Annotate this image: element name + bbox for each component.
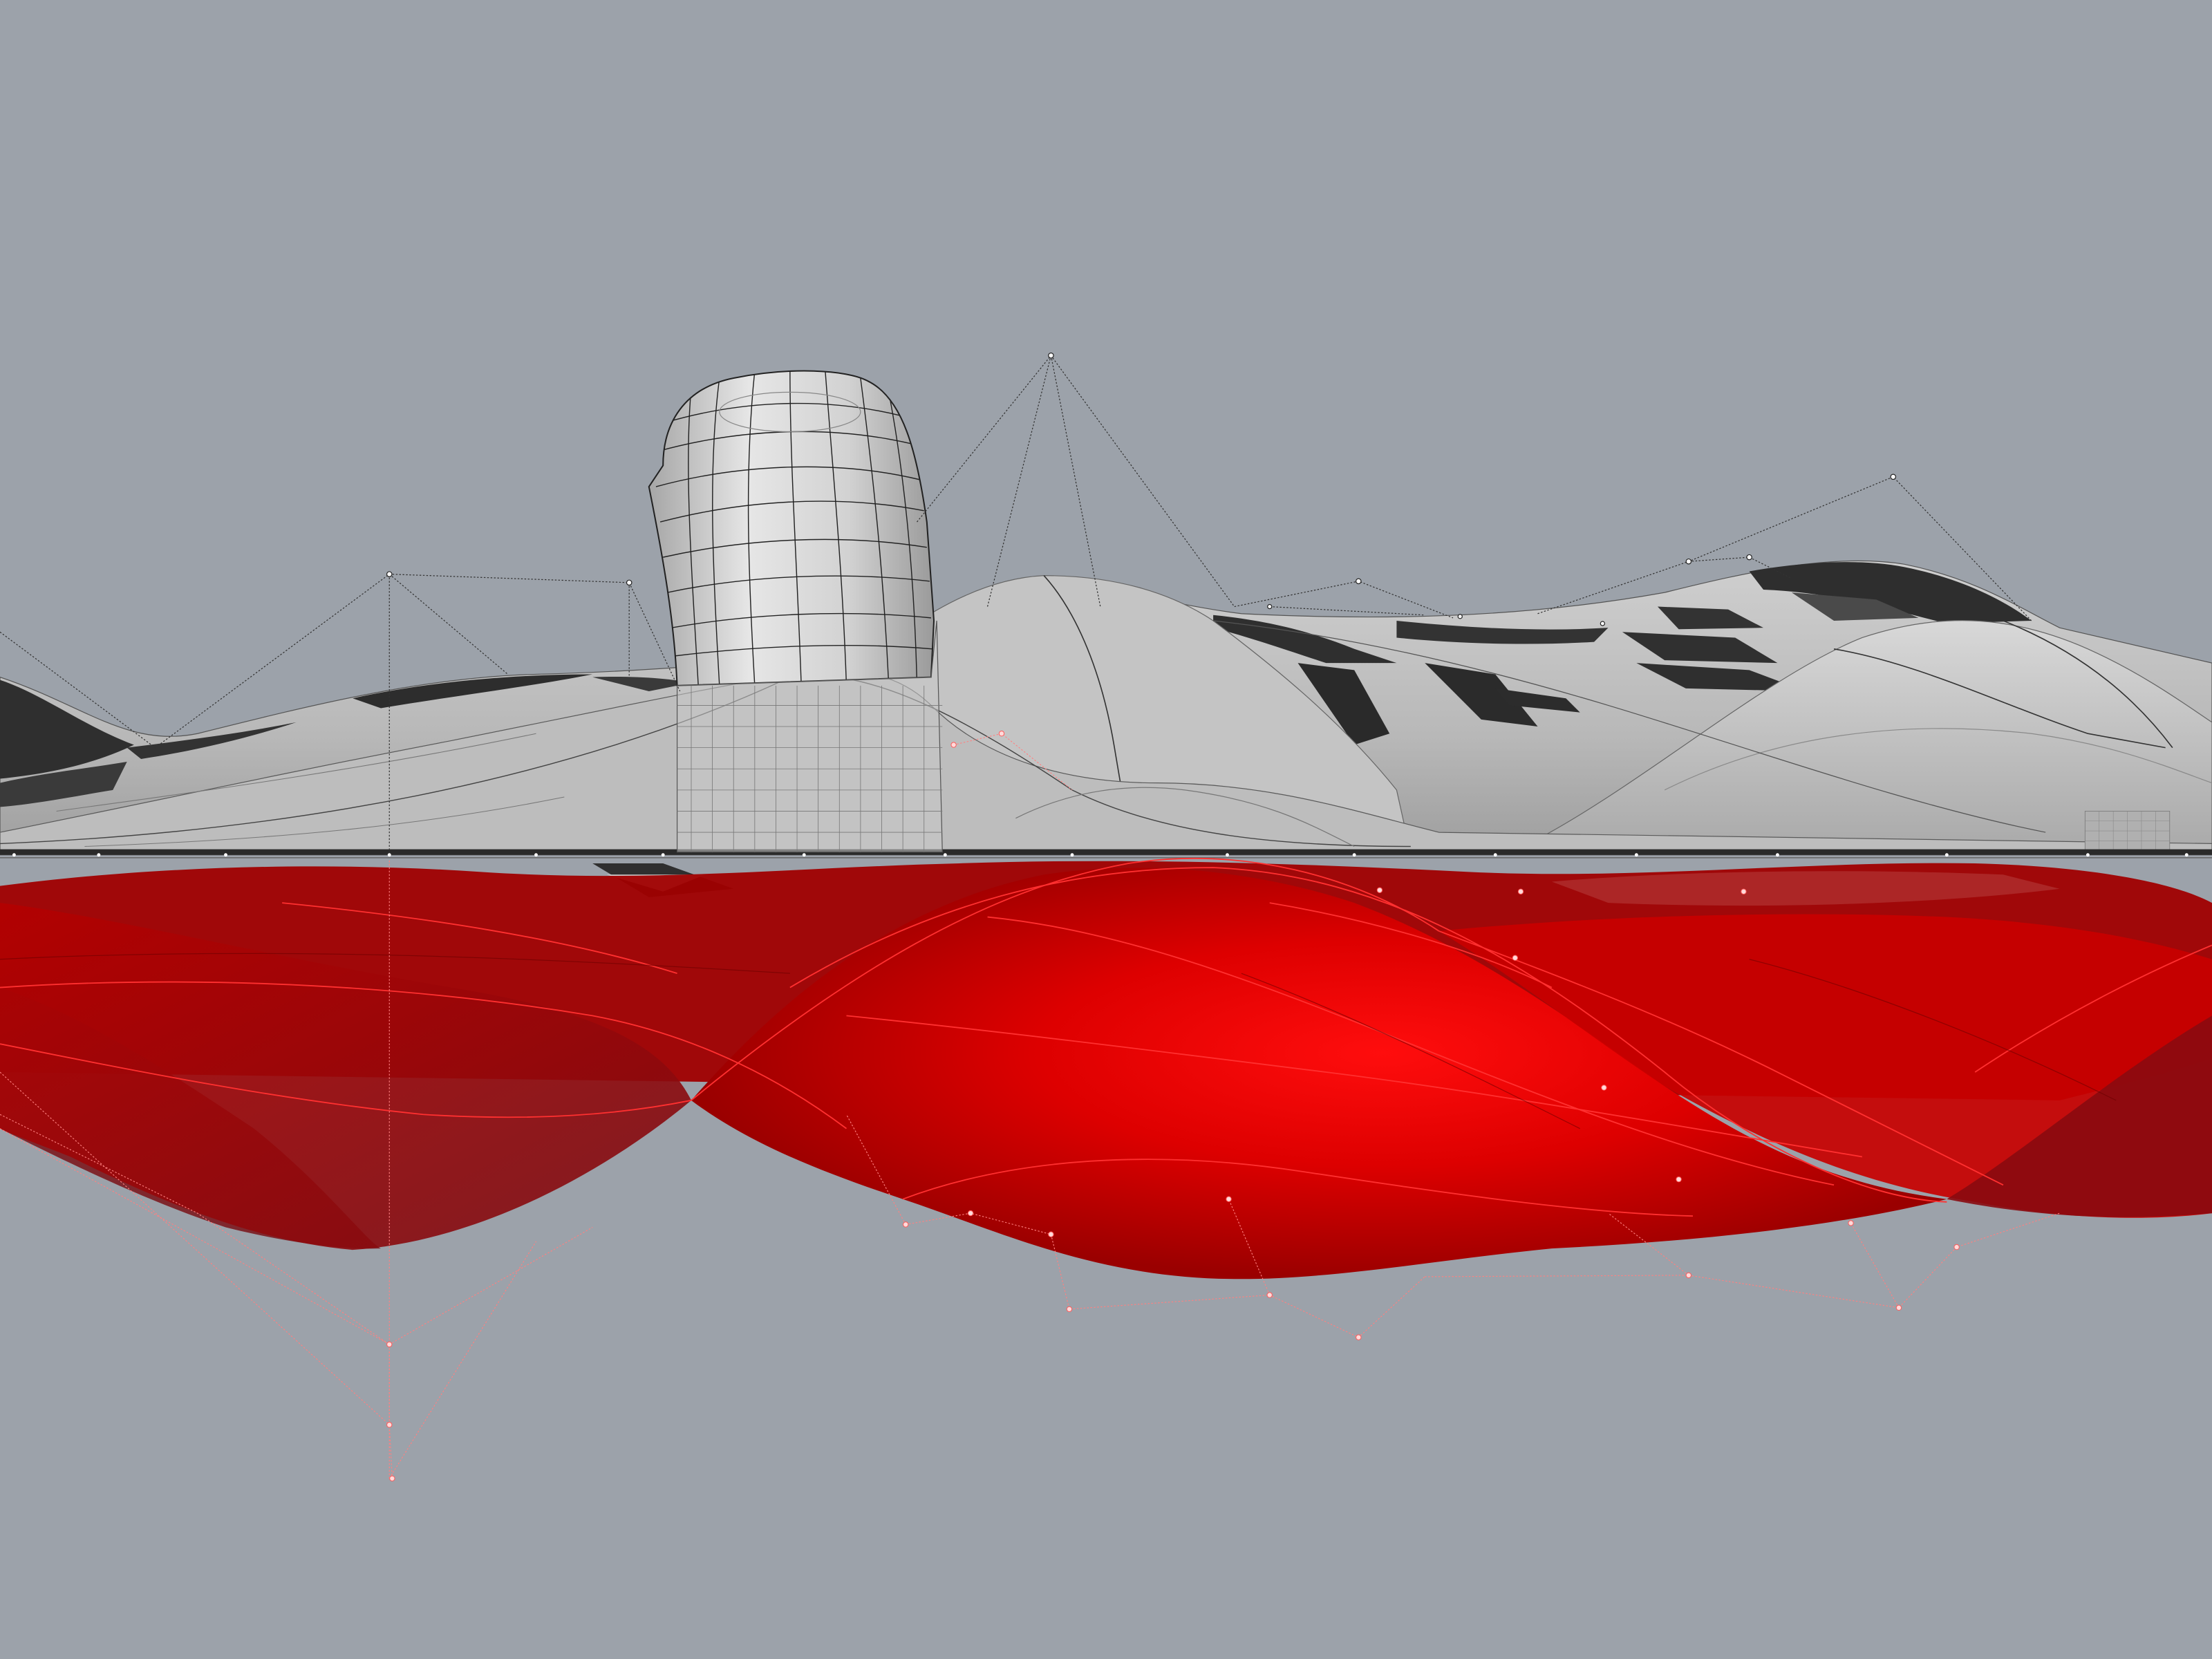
control-point[interactable] — [626, 579, 632, 586]
control-point[interactable] — [950, 742, 957, 748]
control-point[interactable] — [1600, 621, 1606, 626]
control-point[interactable] — [386, 1422, 393, 1428]
control-point[interactable] — [1746, 554, 1752, 561]
control-point[interactable] — [1953, 1244, 1960, 1250]
control-point[interactable] — [1226, 1196, 1232, 1202]
control-point[interactable] — [1267, 603, 1273, 610]
control-point[interactable] — [1376, 887, 1383, 893]
control-point[interactable] — [1048, 352, 1054, 359]
control-point[interactable] — [386, 571, 393, 577]
control-point[interactable] — [1895, 1304, 1902, 1311]
control-point[interactable] — [1685, 558, 1692, 565]
control-point[interactable] — [1676, 1176, 1682, 1183]
upper-control-points[interactable] — [386, 352, 1897, 626]
control-point[interactable] — [1066, 1306, 1073, 1313]
control-point[interactable] — [386, 1341, 393, 1348]
control-point[interactable] — [1601, 1085, 1607, 1091]
control-point[interactable] — [967, 1210, 974, 1217]
pipe-body — [648, 370, 935, 686]
control-point[interactable] — [1890, 474, 1897, 480]
control-point[interactable] — [1356, 578, 1362, 585]
control-point[interactable] — [1356, 1334, 1362, 1340]
viewport-canvas[interactable] — [0, 0, 2212, 1659]
control-point[interactable] — [1741, 888, 1747, 894]
surface-base-edge — [0, 849, 2212, 855]
control-point[interactable] — [1457, 614, 1463, 619]
upper-surface[interactable] — [0, 560, 2212, 897]
control-point[interactable] — [998, 731, 1005, 737]
control-point[interactable] — [1266, 1292, 1273, 1298]
control-point[interactable] — [1512, 955, 1519, 961]
control-point[interactable] — [1848, 1220, 1854, 1226]
lower-surface[interactable] — [0, 858, 2212, 1280]
control-point[interactable] — [1048, 1231, 1054, 1237]
control-point[interactable] — [389, 1475, 395, 1481]
control-point[interactable] — [1685, 1272, 1692, 1279]
control-point[interactable] — [1517, 888, 1524, 894]
rhino-viewport[interactable] — [0, 0, 2212, 1659]
control-point[interactable] — [903, 1221, 909, 1228]
pipe-object[interactable] — [648, 370, 943, 853]
